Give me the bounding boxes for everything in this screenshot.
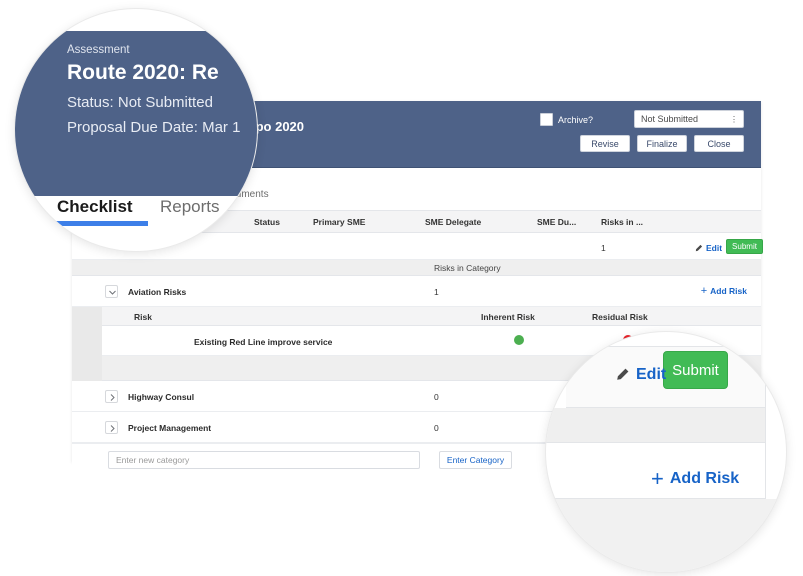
magnifier-callout-header: Assessment Route 2020: Re Status: Not Su… — [14, 8, 258, 252]
column-header-risks-in: Risks in ... — [601, 217, 644, 227]
column-header-primary-sme: Primary SME — [313, 217, 366, 227]
magnified-add-risk-link[interactable]: + Add Risk — [651, 466, 740, 491]
category-risk-count: 1 — [434, 287, 439, 297]
risks-in-category-subheader: Risks in Category — [72, 260, 761, 276]
add-risk-link[interactable]: + Add Risk — [700, 284, 747, 297]
archive-checkbox-group[interactable]: Archive? — [539, 113, 593, 126]
inherent-risk-indicator — [514, 335, 524, 345]
edit-area-link[interactable]: Edit — [694, 243, 722, 253]
archive-label: Archive? — [557, 114, 593, 125]
magnified-tab-checklist[interactable]: Checklist — [57, 197, 133, 217]
finalize-button[interactable]: Finalize — [637, 135, 687, 152]
category-risk-count: 0 — [434, 423, 439, 433]
magnified-due-date-text: Proposal Due Date: Mar 1 — [67, 119, 241, 136]
pencil-icon — [694, 244, 703, 253]
magnified-active-tab-indicator — [53, 221, 148, 226]
table-row-category[interactable]: Aviation Risks 1 + Add Risk — [72, 276, 761, 307]
header-action-buttons: Revise Finalize Close — [580, 135, 744, 152]
status-select-value: Not Submitted — [641, 114, 699, 124]
status-select[interactable]: Not Submitted ⋮ — [634, 110, 744, 128]
risk-name: Existing Red Line improve service — [194, 337, 333, 347]
edit-area-label: Edit — [706, 243, 723, 253]
magnifier-callout-actions: Submit Edit + Add Risk — [545, 331, 787, 573]
pencil-icon — [614, 367, 630, 383]
column-header-sme-delegate: SME Delegate — [425, 217, 482, 227]
column-header-inherent-risk: Inherent Risk — [481, 312, 535, 322]
magnified-card-edge — [765, 332, 766, 499]
magnified-column-header-area: Area — [59, 237, 93, 252]
area-risks-count: 1 — [601, 243, 606, 253]
category-name: Highway Consul — [128, 392, 195, 402]
magnified-edit-label: Edit — [636, 366, 667, 383]
revise-button[interactable]: Revise — [580, 135, 630, 152]
plus-icon: + — [700, 284, 708, 297]
magnified-footer-band — [546, 499, 786, 572]
column-header-risk: Risk — [134, 312, 152, 322]
collapse-category-toggle[interactable] — [105, 285, 118, 298]
expand-category-toggle[interactable] — [105, 390, 118, 403]
magnified-page-title: Route 2020: Re — [67, 61, 219, 84]
enter-category-button[interactable]: Enter Category — [439, 451, 512, 469]
magnified-add-risk-label: Add Risk — [669, 470, 740, 487]
magnified-header-band — [15, 31, 257, 196]
category-name: Aviation Risks — [128, 287, 187, 297]
magnified-divider-band — [546, 408, 766, 443]
submit-area-button[interactable]: Submit — [726, 239, 763, 254]
risks-in-category-label: Risks in Category — [434, 263, 501, 273]
magnified-submit-button[interactable]: Submit — [663, 351, 728, 389]
magnified-residual-risk-indicator — [549, 332, 560, 343]
expand-category-toggle[interactable] — [105, 421, 118, 434]
column-header-sme-due: SME Du... — [537, 217, 577, 227]
column-header-status: Status — [254, 217, 280, 227]
category-risk-count: 0 — [434, 392, 439, 402]
plus-icon: + — [651, 466, 664, 491]
risk-table-header: Risk Inherent Risk Residual Risk — [102, 307, 761, 326]
new-category-input[interactable]: Enter new category — [108, 451, 420, 469]
magnified-breadcrumb: Assessment — [67, 44, 130, 56]
add-risk-label: Add Risk — [710, 286, 747, 296]
column-header-residual-risk: Residual Risk — [592, 312, 648, 322]
archive-checkbox[interactable] — [539, 113, 553, 126]
chevron-updown-icon: ⋮ — [730, 115, 738, 124]
magnified-edit-link[interactable]: Edit — [614, 366, 666, 384]
magnified-status-text: Status: Not Submitted — [67, 94, 213, 111]
close-button[interactable]: Close — [694, 135, 744, 152]
category-name: Project Management — [128, 423, 212, 433]
magnified-tab-reports[interactable]: Reports — [160, 197, 220, 217]
